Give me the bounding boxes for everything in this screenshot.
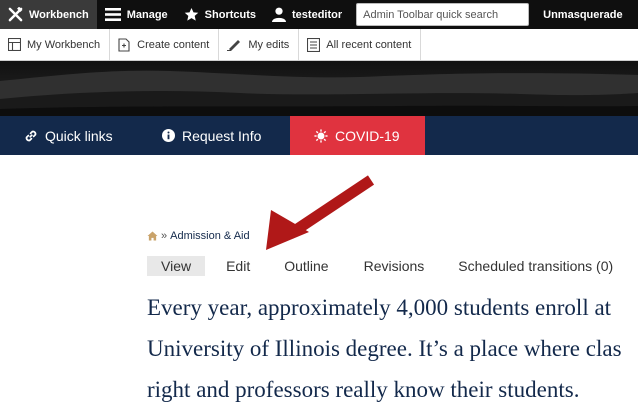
tab-scheduled-transitions[interactable]: Scheduled transitions (0) xyxy=(444,256,627,276)
home-icon[interactable] xyxy=(147,231,158,241)
shortcut-my-edits[interactable]: My edits xyxy=(219,29,300,60)
lead-line: University of Illinois degree. It’s a pl… xyxy=(147,336,622,361)
lead-paragraph: Every year, approximately 4,000 students… xyxy=(147,287,638,405)
hero-landscape xyxy=(0,70,638,116)
shortcut-label: My edits xyxy=(248,38,290,51)
pencil-icon xyxy=(227,40,241,51)
quick-links-label: Quick links xyxy=(45,127,113,144)
shortcut-my-workbench[interactable]: My Workbench xyxy=(0,29,111,60)
quick-links-button[interactable]: Quick links xyxy=(0,116,140,155)
request-info-label: Request Info xyxy=(182,127,262,144)
local-tasks-tabs: View Edit Outline Revisions Scheduled tr… xyxy=(147,256,627,276)
shortcut-create-content[interactable]: Create content xyxy=(110,29,220,60)
admin-toolbar-search-input[interactable] xyxy=(356,3,530,26)
tab-outline[interactable]: Outline xyxy=(270,256,342,276)
tab-view[interactable]: View xyxy=(147,256,206,276)
add-document-icon xyxy=(118,37,130,52)
lead-line: Every year, approximately 4,000 students… xyxy=(147,295,612,320)
breadcrumb-separator: » xyxy=(161,230,168,242)
shortcut-label: All recent content xyxy=(326,38,412,51)
workbench-tools-icon xyxy=(8,7,23,22)
tab-edit[interactable]: Edit xyxy=(212,256,264,276)
lead-line: right and professors really know their s… xyxy=(147,377,580,402)
manage-menu[interactable]: Manage xyxy=(97,0,176,29)
shortcut-label: Create content xyxy=(137,38,210,51)
user-icon xyxy=(272,7,287,22)
link-icon xyxy=(25,130,37,141)
star-icon xyxy=(184,7,198,21)
list-document-icon xyxy=(307,37,321,52)
hamburger-icon xyxy=(104,8,121,21)
request-info-button[interactable]: Request Info xyxy=(140,116,290,155)
user-menu[interactable]: testeditor xyxy=(264,0,350,29)
workbench-label: Workbench xyxy=(29,8,89,21)
tab-revisions[interactable]: Revisions xyxy=(350,256,439,276)
covid-button[interactable]: COVID-19 xyxy=(290,116,425,155)
unmasquerade-label: Unmasquerade xyxy=(543,8,623,21)
shortcut-tray: My Workbench Create content My edits All… xyxy=(0,29,638,61)
unmasquerade-link[interactable]: Unmasquerade xyxy=(535,0,630,29)
shortcuts-menu[interactable]: Shortcuts xyxy=(176,0,264,29)
shortcuts-label: Shortcuts xyxy=(204,8,257,21)
shortcut-label: My Workbench xyxy=(27,38,101,51)
username-label: testeditor xyxy=(292,8,343,21)
manage-label: Manage xyxy=(126,8,168,21)
shortcut-all-recent-content[interactable]: All recent content xyxy=(299,29,422,60)
workbench-menu[interactable]: Workbench xyxy=(0,0,97,29)
virus-icon xyxy=(314,128,328,143)
quick-nav-bar: Quick links Request Info COVID-19 xyxy=(0,116,638,155)
admin-toolbar: Workbench Manage Shortcuts testeditor Un… xyxy=(0,0,638,29)
info-icon xyxy=(162,129,175,142)
hero-banner-image xyxy=(0,61,638,116)
grid-icon xyxy=(8,38,21,51)
covid-label: COVID-19 xyxy=(335,127,400,144)
breadcrumb: » Admission & Aid xyxy=(147,230,250,242)
breadcrumb-link-admission-aid[interactable]: Admission & Aid xyxy=(170,230,249,242)
